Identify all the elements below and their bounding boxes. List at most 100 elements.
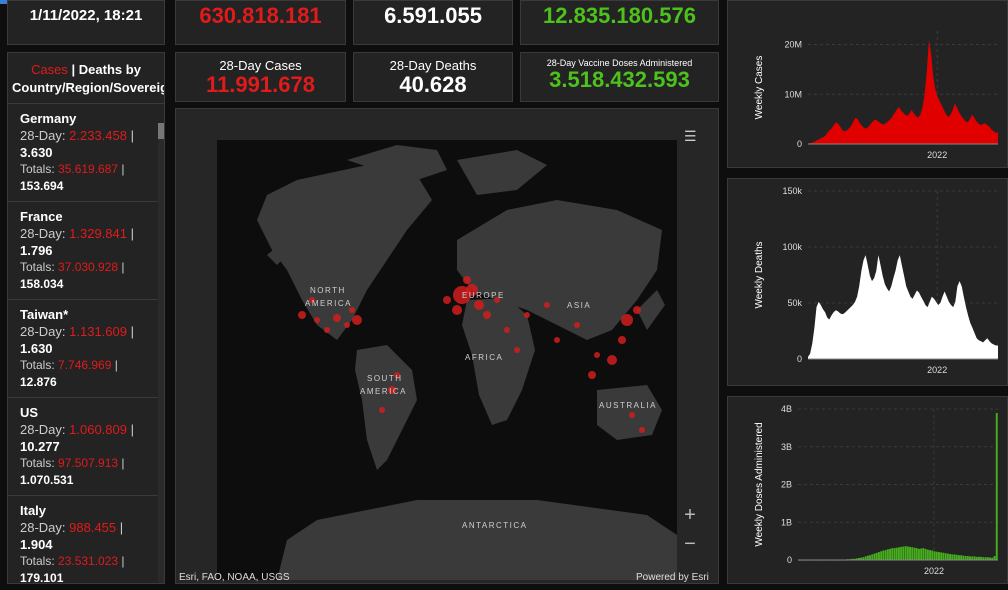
weekly-deaths-chart-panel: 0 50k 100k 150k 2022 Weekly Deaths: [727, 178, 1008, 386]
cases-total: 7.746.969: [58, 358, 112, 372]
list-item[interactable]: France 28-Day: 1.329.841 | 1.796 Totals: 3…: [8, 202, 164, 300]
deaths-total: 153.694: [20, 179, 64, 193]
case-bubble[interactable]: [514, 347, 520, 353]
case-bubble[interactable]: [594, 352, 600, 358]
bar-mark: [933, 551, 936, 560]
case-bubble[interactable]: [588, 371, 596, 379]
case-bubble[interactable]: [463, 276, 471, 284]
case-bubble[interactable]: [314, 317, 320, 323]
world-map[interactable]: NORTH AMERICA EUROPE ASIA AFRICA SOUTH A…: [217, 140, 677, 580]
y-tick-label: 10M: [784, 89, 802, 99]
deaths-28day: 10.277: [20, 439, 60, 454]
bar-mark: [906, 546, 909, 560]
bar-mark: [940, 552, 943, 560]
bar-mark: [966, 556, 969, 560]
list-item[interactable]: Italy 28-Day: 988.455 | 1.904 Totals: 23.5…: [8, 496, 164, 584]
y-tick-label: 50k: [787, 298, 802, 308]
weekly-deaths-chart: 0 50k 100k 150k 2022 Weekly Deaths: [754, 186, 998, 375]
case-bubble[interactable]: [639, 427, 645, 433]
bar-mark: [882, 550, 885, 560]
case-bubble[interactable]: [344, 322, 350, 328]
deaths-total: 12.876: [20, 375, 57, 389]
deaths-28day: 1.904: [20, 537, 53, 552]
case-bubble[interactable]: [607, 355, 617, 365]
case-bubble[interactable]: [324, 327, 330, 333]
list-icon[interactable]: ☰: [684, 128, 698, 144]
y-axis-label: Weekly Deaths: [754, 241, 765, 308]
deaths-28day-value: 40.628: [399, 72, 467, 97]
deaths-total: 1.070.531: [20, 473, 74, 487]
weekly-doses-chart-panel: 0 1B 2B 3B 4B 2022 Weekly Doses Administered: [727, 396, 1008, 584]
bar-mark: [935, 551, 938, 560]
bar-mark: [866, 555, 869, 560]
cases-total: 35.619.687: [58, 162, 119, 176]
case-bubble[interactable]: [618, 336, 626, 344]
total-deaths-box: 6.591.055: [353, 0, 513, 45]
cases-28day: 1.060.809: [69, 422, 127, 437]
bar-mark: [900, 546, 903, 560]
y-tick-label: 100k: [782, 242, 802, 252]
cases-28day-label: 28-Day Cases: [219, 58, 302, 73]
x-tick-label: 2022: [927, 365, 947, 375]
bar-mark: [926, 549, 929, 560]
x-tick-label: 2022: [927, 150, 947, 160]
case-bubble[interactable]: [621, 314, 633, 326]
list-scrollbar[interactable]: [158, 123, 164, 583]
bar-mark: [969, 556, 971, 560]
case-bubble[interactable]: [298, 311, 306, 319]
cases-total: 37.030.928: [58, 260, 119, 274]
case-bubble[interactable]: [554, 337, 560, 343]
zoom-in-button[interactable]: +: [678, 503, 702, 527]
y-axis-label: Weekly Doses Administered: [754, 422, 765, 546]
bar-mark: [875, 552, 878, 560]
case-bubble[interactable]: [574, 322, 580, 328]
total-vaccine-value: 12.835.180.576: [543, 3, 696, 28]
bar-mark: [893, 548, 896, 560]
case-bubble[interactable]: [483, 311, 491, 319]
bar-mark: [946, 553, 949, 560]
case-bubble[interactable]: [474, 300, 484, 310]
area-series: [808, 40, 998, 144]
y-tick-label: 3B: [781, 442, 792, 452]
weekly-doses-chart: 0 1B 2B 3B 4B 2022 Weekly Doses Administered: [754, 404, 998, 576]
deaths-total: 179.101: [20, 571, 64, 584]
case-bubble[interactable]: [633, 306, 641, 314]
map-label-north: NORTH: [310, 286, 346, 295]
bar-mark: [913, 547, 916, 560]
country-name: Italy: [20, 503, 47, 518]
weekly-cases-chart: 0 10M 20M 2022 Weekly Cases: [754, 31, 998, 160]
bar-mark: [909, 546, 911, 560]
bar-mark: [880, 551, 883, 560]
country-name: US: [20, 405, 39, 420]
area-series: [808, 255, 998, 359]
deaths-total: 158.034: [20, 277, 64, 291]
case-bubble[interactable]: [352, 315, 362, 325]
case-bubble[interactable]: [629, 412, 635, 418]
case-bubble[interactable]: [544, 302, 550, 308]
tab-cases[interactable]: Cases: [31, 62, 68, 77]
case-bubble[interactable]: [524, 312, 530, 318]
total-cases-box: 630.818.181: [175, 0, 346, 45]
case-bubble[interactable]: [333, 314, 341, 322]
list-item[interactable]: Germany 28-Day: 2.233.458 | 3.630 Totals: …: [8, 104, 164, 202]
powered-by-esri[interactable]: Powered by Esri: [636, 572, 709, 583]
case-bubble[interactable]: [443, 296, 451, 304]
case-bubble[interactable]: [452, 305, 462, 315]
map-label-africa: AFRICA: [465, 353, 503, 362]
list-item[interactable]: US 28-Day: 1.060.809 | 10.277 Totals: 97.5…: [8, 398, 164, 496]
cases-28day: 988.455: [69, 520, 117, 535]
deaths-28day-box: 28-Day Deaths 40.628: [353, 52, 513, 102]
cases-28day: 1.329.841: [69, 226, 127, 241]
zoom-out-button[interactable]: −: [678, 532, 702, 556]
last-updated-box: 1/11/2022, 18:21: [7, 0, 165, 45]
map-label-america-north: AMERICA: [305, 299, 352, 308]
list-item[interactable]: Taiwan* 28-Day: 1.131.609 | 1.630 Totals: …: [8, 300, 164, 398]
deaths-28day: 1.630: [20, 341, 53, 356]
bar-mark: [873, 553, 876, 560]
bar-mark: [904, 546, 907, 560]
case-bubble[interactable]: [504, 327, 510, 333]
case-bubble[interactable]: [379, 407, 385, 413]
list-scroll-thumb[interactable]: [158, 123, 164, 139]
cases-28day: 1.131.609: [69, 324, 127, 339]
map-label-asia: ASIA: [567, 301, 591, 310]
